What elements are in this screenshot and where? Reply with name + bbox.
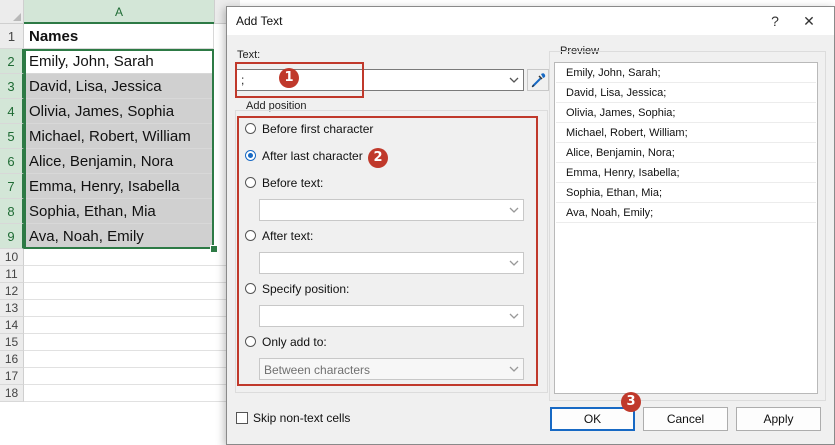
grid-line <box>24 384 240 385</box>
spreadsheet: A 1 2 3 4 5 6 7 8 9 10 11 12 13 14 15 16… <box>0 0 240 445</box>
preview-item: Michael, Robert, William; <box>556 123 816 143</box>
option-label: After last character <box>262 149 363 163</box>
data-cell[interactable]: Michael, Robert, William <box>24 124 214 149</box>
row-number[interactable]: 3 <box>0 74 24 99</box>
data-cell[interactable]: Emma, Henry, Isabella <box>24 174 214 199</box>
row-number[interactable]: 18 <box>0 385 24 402</box>
preview-item: Olivia, James, Sophia; <box>556 103 816 123</box>
row-number[interactable]: 15 <box>0 334 24 351</box>
only-add-to-combo[interactable]: Between characters <box>259 358 524 380</box>
add-text-dialog: Add Text ? ✕ Text: ; Add position Before… <box>226 6 835 445</box>
row-number[interactable]: 17 <box>0 368 24 385</box>
row-number[interactable]: 2 <box>0 49 24 74</box>
help-icon[interactable]: ? <box>760 10 790 32</box>
row-number[interactable]: 16 <box>0 351 24 368</box>
preview-item: Sophia, Ethan, Mia; <box>556 183 816 203</box>
annotation-badge-1: 1 <box>279 68 299 88</box>
row-number[interactable]: 14 <box>0 317 24 334</box>
ok-button[interactable]: OK <box>550 407 635 431</box>
preview-item: David, Lisa, Jessica; <box>556 83 816 103</box>
grid-line <box>24 367 240 368</box>
radio-button[interactable] <box>245 123 256 134</box>
text-label: Text: <box>237 49 261 61</box>
title-bar[interactable]: Add Text ? ✕ <box>227 7 834 35</box>
option-label: Specify position: <box>262 282 350 296</box>
only-add-to-value: Between characters <box>264 363 371 377</box>
eyedropper-icon[interactable] <box>527 69 549 91</box>
cancel-button[interactable]: Cancel <box>643 407 728 431</box>
radio-button-selected[interactable] <box>245 150 256 161</box>
option-label: Only add to: <box>262 335 327 349</box>
annotation-badge-2: 2 <box>368 148 388 168</box>
column-header-a[interactable]: A <box>24 0 214 24</box>
row-number[interactable]: 10 <box>0 249 24 266</box>
row-number[interactable]: 13 <box>0 300 24 317</box>
grid-line <box>24 350 240 351</box>
radio-button[interactable] <box>245 336 256 347</box>
close-icon[interactable]: ✕ <box>794 10 824 32</box>
select-all-corner[interactable] <box>0 0 24 24</box>
grid-line <box>24 333 240 334</box>
preview-item: Ava, Noah, Emily; <box>556 203 816 223</box>
row-number[interactable]: 11 <box>0 266 24 283</box>
data-cell[interactable]: David, Lisa, Jessica <box>24 74 214 99</box>
data-cell[interactable]: Alice, Benjamin, Nora <box>24 149 214 174</box>
data-cell[interactable]: Emily, John, Sarah <box>24 49 214 74</box>
preview-item: Alice, Benjamin, Nora; <box>556 143 816 163</box>
skip-non-text-label: Skip non-text cells <box>253 411 351 425</box>
radio-button[interactable] <box>245 230 256 241</box>
dropdown-chevron-icon[interactable] <box>508 257 520 269</box>
row-number[interactable]: 9 <box>0 224 24 249</box>
row-number[interactable]: 8 <box>0 199 24 224</box>
option-label: After text: <box>262 229 314 243</box>
row-number[interactable]: 4 <box>0 99 24 124</box>
dropdown-chevron-icon[interactable] <box>508 204 520 216</box>
after-text-combo[interactable] <box>259 252 524 274</box>
before-text-combo[interactable] <box>259 199 524 221</box>
annotation-badge-3: 3 <box>621 392 641 412</box>
data-cell[interactable]: Ava, Noah, Emily <box>24 224 214 249</box>
text-input-value: ; <box>241 73 245 87</box>
dialog-title: Add Text <box>236 14 283 28</box>
row-number[interactable]: 7 <box>0 174 24 199</box>
radio-button[interactable] <box>245 283 256 294</box>
row-number[interactable]: 1 <box>0 24 24 49</box>
header-cell[interactable]: Names <box>24 24 214 49</box>
preview-list[interactable]: Emily, John, Sarah; David, Lisa, Jessica… <box>554 62 818 394</box>
data-cell[interactable]: Olivia, James, Sophia <box>24 99 214 124</box>
preview-item: Emma, Henry, Isabella; <box>556 163 816 183</box>
row-number[interactable]: 12 <box>0 283 24 300</box>
grid-line <box>24 299 240 300</box>
specify-position-combo[interactable] <box>259 305 524 327</box>
row-number[interactable]: 5 <box>0 124 24 149</box>
row-number[interactable]: 6 <box>0 149 24 174</box>
preview-item: Emily, John, Sarah; <box>556 63 816 83</box>
option-label: Before text: <box>262 176 324 190</box>
grid-line <box>24 265 240 266</box>
grid-line <box>24 401 240 402</box>
dropdown-chevron-icon[interactable] <box>508 74 520 86</box>
option-label: Before first character <box>262 122 374 136</box>
dropdown-chevron-icon[interactable] <box>508 310 520 322</box>
dropdown-chevron-icon[interactable] <box>508 363 520 375</box>
fill-handle[interactable] <box>210 245 218 253</box>
radio-button[interactable] <box>245 177 256 188</box>
grid-line <box>24 316 240 317</box>
grid-line <box>24 282 240 283</box>
data-cell[interactable]: Sophia, Ethan, Mia <box>24 199 214 224</box>
apply-button[interactable]: Apply <box>736 407 821 431</box>
skip-non-text-checkbox[interactable] <box>236 412 248 424</box>
